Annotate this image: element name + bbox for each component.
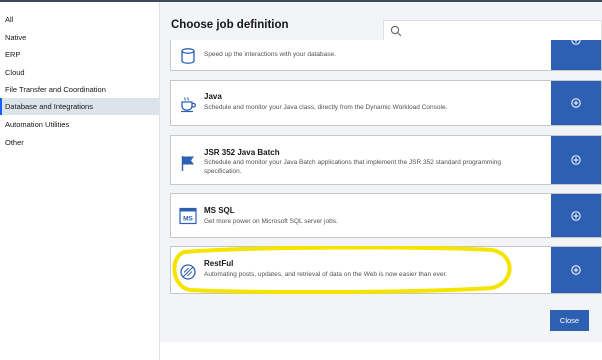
sidebar-item-erp[interactable]: ERP	[0, 46, 160, 63]
sidebar-item-native[interactable]: Native	[0, 29, 160, 46]
sidebar-item-automation-utilities[interactable]: Automation Utilities	[0, 116, 160, 133]
add-job-button[interactable]	[551, 194, 601, 237]
job-card-description: Get more power on Microsoft SQL server j…	[204, 218, 338, 225]
add-icon	[571, 265, 581, 275]
job-card-restful[interactable]: RestFul Automating posts, updates, and r…	[170, 246, 602, 294]
add-icon	[571, 210, 581, 221]
job-card-description: Automating posts, updates, and retrieval…	[204, 271, 448, 278]
add-job-button[interactable]	[551, 81, 601, 125]
ms-sql-icon: MS	[179, 207, 197, 225]
search-icon	[390, 25, 402, 37]
job-card-title: RestFul	[204, 259, 234, 268]
sidebar-item-other[interactable]: Other	[0, 134, 160, 151]
job-card-description: Speed up the interactions with your data…	[204, 51, 336, 58]
add-icon	[571, 155, 581, 165]
restful-icon	[180, 264, 196, 280]
add-icon	[571, 40, 581, 45]
database-icon	[181, 48, 195, 64]
sidebar-item-cloud[interactable]: Cloud	[0, 64, 160, 81]
add-icon	[571, 98, 581, 108]
job-definition-list: Speed up the interactions with your data…	[160, 40, 602, 298]
category-sidebar: All Native ERP Cloud File Transfer and C…	[0, 2, 160, 360]
job-card-jsr352[interactable]: JSR 352 Java Batch Schedule and monitor …	[170, 135, 602, 185]
flag-icon	[181, 156, 194, 171]
add-job-button[interactable]	[551, 136, 601, 184]
job-card-title: JSR 352 Java Batch	[204, 148, 280, 157]
add-job-button[interactable]	[551, 40, 601, 70]
job-card-description: Schedule and monitor your Java Batch app…	[204, 159, 501, 175]
job-card-mssql[interactable]: MS MS SQL Get more power on Microsoft SQ…	[170, 193, 602, 238]
sidebar-item-database-integrations[interactable]: Database and Integrations	[0, 98, 160, 115]
sidebar-item-all[interactable]: All	[0, 11, 160, 28]
job-card-title: Java	[204, 92, 222, 101]
job-card-database[interactable]: Speed up the interactions with your data…	[170, 40, 602, 71]
coffee-cup-icon	[181, 97, 196, 113]
job-card-java[interactable]: Java Schedule and monitor your Java clas…	[170, 80, 602, 126]
job-card-title: MS SQL	[204, 206, 235, 215]
search-input[interactable]	[406, 23, 596, 39]
sidebar-item-file-transfer[interactable]: File Transfer and Coordination	[0, 81, 160, 98]
modal-title: Choose job definition	[171, 19, 289, 31]
svg-text:MS: MS	[183, 216, 193, 223]
search-box	[383, 20, 602, 41]
add-job-button[interactable]	[551, 247, 601, 293]
job-card-description: Schedule and monitor your Java class, di…	[204, 104, 448, 111]
close-button[interactable]: Close	[550, 310, 589, 331]
